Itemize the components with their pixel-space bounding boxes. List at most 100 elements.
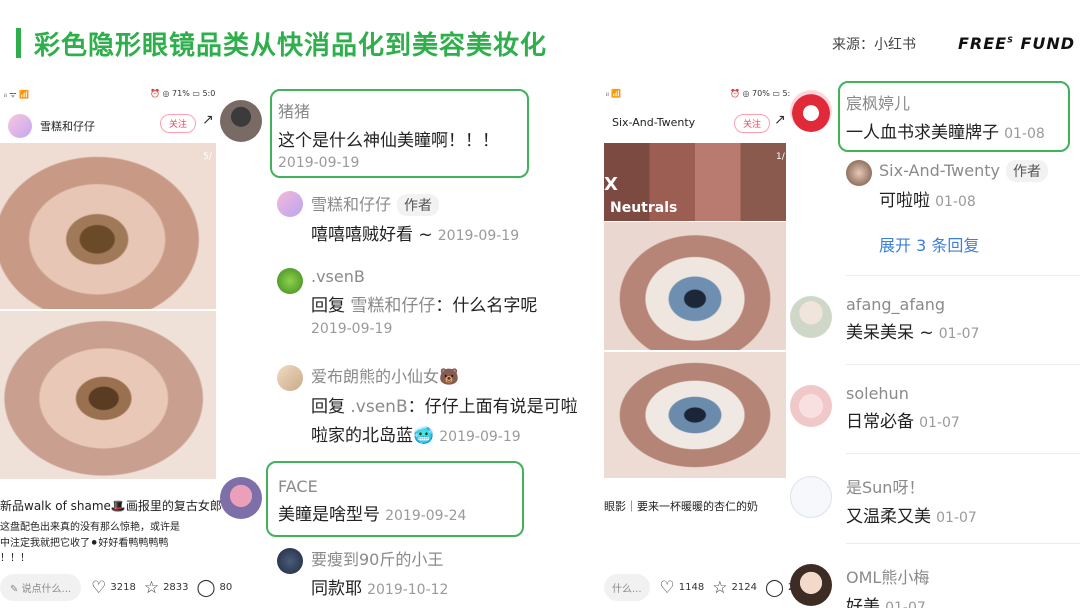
avatar[interactable] xyxy=(277,365,303,391)
comment-date: 01-08 xyxy=(935,194,976,210)
page-title: 彩色隐形眼镜品类从快消品化到美容美妆化 xyxy=(34,31,548,61)
comment-text: 可啦啦 xyxy=(879,191,930,211)
comment-item: 要瘦到90斤的小王 同款耶 2019-10-12 xyxy=(311,546,448,599)
comment-author[interactable]: 是Sun呀！ xyxy=(846,474,977,498)
heart-icon: ♡ xyxy=(91,577,107,598)
follow-button[interactable]: 关注 xyxy=(160,114,197,133)
post-image-eye-bottom[interactable] xyxy=(604,352,786,478)
expand-replies-link[interactable]: 展开 3 条回复 xyxy=(879,232,979,256)
comment-item: afang_afang 美呆美呆 ~ 01-07 xyxy=(846,295,979,343)
collect-button[interactable]: ☆ 2124 xyxy=(712,578,757,598)
left-statusbar: ᵢₗ ᯤ 📶 xyxy=(4,90,30,99)
comment-author[interactable]: afang_afang xyxy=(846,295,979,314)
author-badge: 作者 xyxy=(397,194,440,216)
comment-item: OML熊小梅 好美 01-07 xyxy=(846,564,929,608)
comment-text: 回复 xyxy=(311,397,351,417)
comment-author[interactable]: .vsenB xyxy=(311,267,537,286)
post-caption: 新品walk of shame🎩画报里的复古女郎 xyxy=(0,499,222,513)
avatar[interactable] xyxy=(277,191,303,217)
comment-item: Six-And-Twenty 作者 可啦啦 01-08 xyxy=(879,160,1048,211)
follow-button[interactable]: 关注 xyxy=(734,114,771,133)
avatar[interactable] xyxy=(846,160,872,186)
share-icon[interactable]: ↗ xyxy=(202,112,214,128)
comment-date: 2019-09-19 xyxy=(437,228,520,244)
avatar[interactable] xyxy=(790,564,832,606)
right-post-author[interactable]: Six-And-Twenty xyxy=(612,116,695,129)
author-name: 雪糕和仔仔 xyxy=(40,120,95,133)
divider xyxy=(846,453,1080,454)
post-image-eye-top[interactable] xyxy=(604,222,786,350)
comment-author[interactable]: 猪猪 xyxy=(278,98,499,122)
left-post-author[interactable]: 雪糕和仔仔 xyxy=(8,114,95,138)
title-accent-bar xyxy=(16,28,21,58)
comment-author[interactable]: FACE xyxy=(278,477,466,496)
comment-date: 2019-09-19 xyxy=(439,429,521,445)
palette-label: Neutrals xyxy=(610,200,678,216)
comment-text: 美瞳是啥型号 xyxy=(278,505,380,525)
comment-button[interactable]: ◯ 80 xyxy=(197,578,233,598)
comment-date: 01-07 xyxy=(936,510,977,526)
avatar[interactable] xyxy=(790,476,832,518)
comment-text: 一人血书求美瞳牌子 xyxy=(846,123,999,143)
image-counter: 5/ xyxy=(203,152,212,162)
comment-date: 01-08 xyxy=(1004,126,1045,142)
avatar[interactable] xyxy=(277,268,303,294)
share-icon[interactable]: ↗ xyxy=(774,112,786,128)
left-bottom-bar: ✎ 说点什么... ♡ 3218 ☆ 2833 ◯ 80 xyxy=(0,574,240,601)
comment-item: .vsenB 回复 雪糕和仔仔：什么名字呢 2019-09-19 xyxy=(311,267,537,337)
avatar[interactable] xyxy=(220,100,262,142)
divider xyxy=(846,543,1080,544)
comment-author[interactable]: 宸枫婷儿 xyxy=(846,90,1045,114)
brand-logo: FREES FUND xyxy=(958,34,1076,53)
comment-date: 2019-10-12 xyxy=(367,582,449,598)
reply-target[interactable]: 雪糕和仔仔 xyxy=(350,296,435,316)
comment-text: 又温柔又美 xyxy=(846,507,931,527)
comment-item: FACE 美瞳是啥型号 2019-09-24 xyxy=(278,477,466,525)
post-image-eye-bottom[interactable] xyxy=(0,311,216,479)
avatar[interactable] xyxy=(277,548,303,574)
post-caption: 眼影｜要来一杯暖暖的杏仁的奶 xyxy=(604,500,758,513)
avatar[interactable] xyxy=(790,90,832,132)
right-statusbar-right: ⏰ ◎ 70% ▭ 5:0 xyxy=(730,89,790,98)
comment-text: ：什么名字呢 xyxy=(435,296,538,316)
comment-date: 01-07 xyxy=(919,415,960,431)
avatar[interactable] xyxy=(220,477,262,519)
comment-text: 回复 xyxy=(311,296,351,316)
comment-item: 猪猪 这个是什么神仙美瞳啊！！！ 2019-09-19 xyxy=(278,98,499,171)
image-counter: 1/ xyxy=(776,152,785,162)
avatar xyxy=(8,114,32,138)
like-button[interactable]: ♡ 1148 xyxy=(660,578,705,598)
comment-author[interactable]: 爱布朗熊的小仙女🐻 xyxy=(311,363,578,387)
comment-icon: ◯ xyxy=(196,577,216,598)
comment-text: 好美 xyxy=(846,597,880,608)
comment-author[interactable]: OML熊小梅 xyxy=(846,564,929,588)
comment-text: 嘻嘻嘻贼好看 ~ xyxy=(311,225,433,245)
comment-text: ：仔仔上面有说是可啦 xyxy=(407,397,578,417)
reply-target[interactable]: .vsenB xyxy=(350,397,407,417)
heart-icon: ♡ xyxy=(659,577,675,598)
right-statusbar: ᵢₗ 📶 xyxy=(606,89,622,98)
avatar[interactable] xyxy=(790,296,832,338)
author-name: Six-And-Twenty xyxy=(612,116,696,129)
palette-label-x: X xyxy=(604,174,618,195)
comment-input[interactable]: 什么... xyxy=(604,574,650,601)
comment-text: 啦家的北岛蓝🥶 xyxy=(311,426,435,446)
comment-icon: ◯ xyxy=(764,577,784,598)
comment-text: 美呆美呆 ~ xyxy=(846,323,934,343)
comment-author[interactable]: Six-And-Twenty xyxy=(879,161,1000,180)
comment-input[interactable]: ✎ 说点什么... xyxy=(0,574,82,601)
post-caption-line: ！！！ xyxy=(0,553,30,564)
avatar[interactable] xyxy=(790,385,832,427)
divider xyxy=(846,275,1080,276)
like-button[interactable]: ♡ 3218 xyxy=(91,578,136,598)
collect-button[interactable]: ☆ 2833 xyxy=(144,578,189,598)
comment-item: solehun 日常必备 01-07 xyxy=(846,384,960,432)
comment-author[interactable]: 雪糕和仔仔 xyxy=(311,195,391,214)
comment-author[interactable]: solehun xyxy=(846,384,960,403)
divider xyxy=(846,364,1080,365)
comment-item: 雪糕和仔仔 作者 嘻嘻嘻贼好看 ~ 2019-09-19 xyxy=(311,191,519,245)
star-icon: ☆ xyxy=(143,577,160,598)
comment-date: 2019-09-19 xyxy=(278,155,360,171)
post-image-eye-top[interactable] xyxy=(0,143,216,309)
comment-author[interactable]: 要瘦到90斤的小王 xyxy=(311,546,448,570)
